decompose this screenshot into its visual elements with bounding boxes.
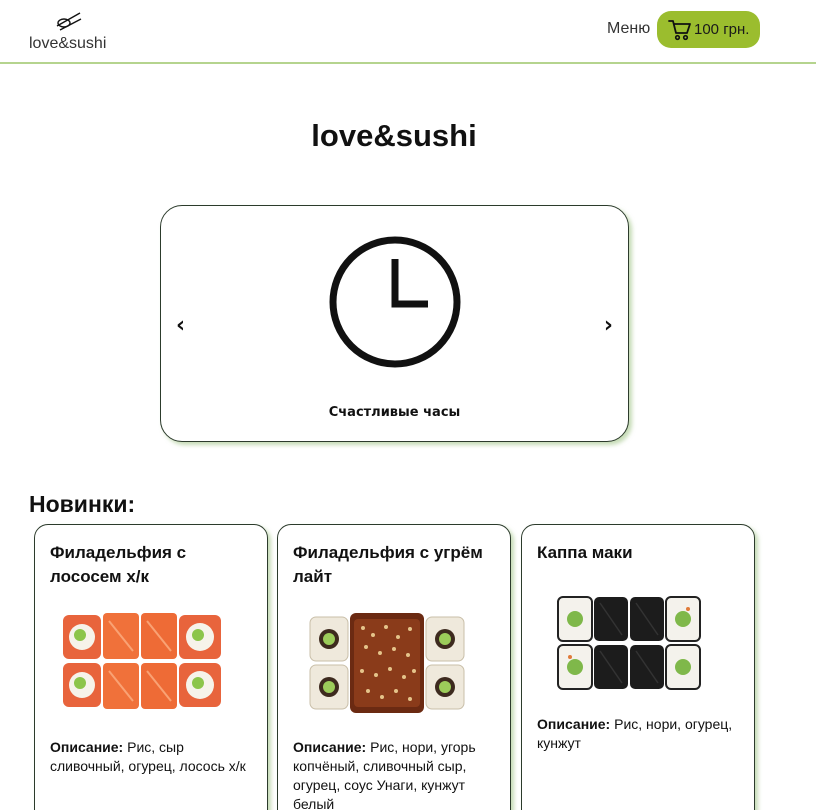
section-title-new: Новинки:	[29, 491, 136, 517]
slide-caption: Счастливые часы	[328, 405, 461, 420]
clock-icon	[329, 236, 461, 368]
product-title: Филадельфия с лососем х/к	[50, 543, 187, 586]
cart-icon	[668, 19, 691, 40]
description-label: Описание:	[537, 716, 611, 732]
page-title: love&sushi	[311, 118, 477, 153]
description-label: Описание:	[50, 739, 124, 755]
product-title: Филадельфия с угрём лайт	[293, 543, 483, 586]
description-label: Описание:	[293, 739, 367, 755]
cart-button[interactable]: 100 грн.	[657, 11, 760, 48]
product-card[interactable]: Филадельфия с лососем х/к Описание: Рис,…	[34, 524, 268, 810]
eel-roll-image	[309, 613, 465, 713]
product-title: Каппа маки	[537, 543, 633, 562]
site-header: love&sushi Меню 100 грн.	[0, 0, 816, 64]
salmon-roll-image	[63, 613, 221, 709]
product-description: Описание: Рис, сыр сливочный, огурец, ло…	[50, 738, 260, 776]
product-description: Описание: Рис, нори, угорь копчёный, сли…	[293, 738, 503, 810]
kappa-maki-image	[557, 596, 701, 690]
slider-next-button[interactable]: ›	[604, 315, 613, 337]
logo[interactable]: love&sushi	[29, 8, 109, 56]
product-card[interactable]: Филадельфия с угрём лайт Описание: Рис, …	[277, 524, 511, 810]
slider-prev-button[interactable]: ‹	[176, 315, 185, 337]
product-description: Описание: Рис, нори, огурец, кунжут	[537, 715, 747, 753]
cart-total: 100 грн.	[694, 21, 750, 38]
chopsticks-logo-icon	[56, 12, 82, 31]
promo-slider: ‹ Счастливые часы ›	[160, 205, 629, 442]
menu-link[interactable]: Меню	[607, 20, 650, 38]
logo-text: love&sushi	[29, 35, 107, 52]
product-card[interactable]: Каппа маки Описание: Рис, нори, огурец, …	[521, 524, 755, 810]
